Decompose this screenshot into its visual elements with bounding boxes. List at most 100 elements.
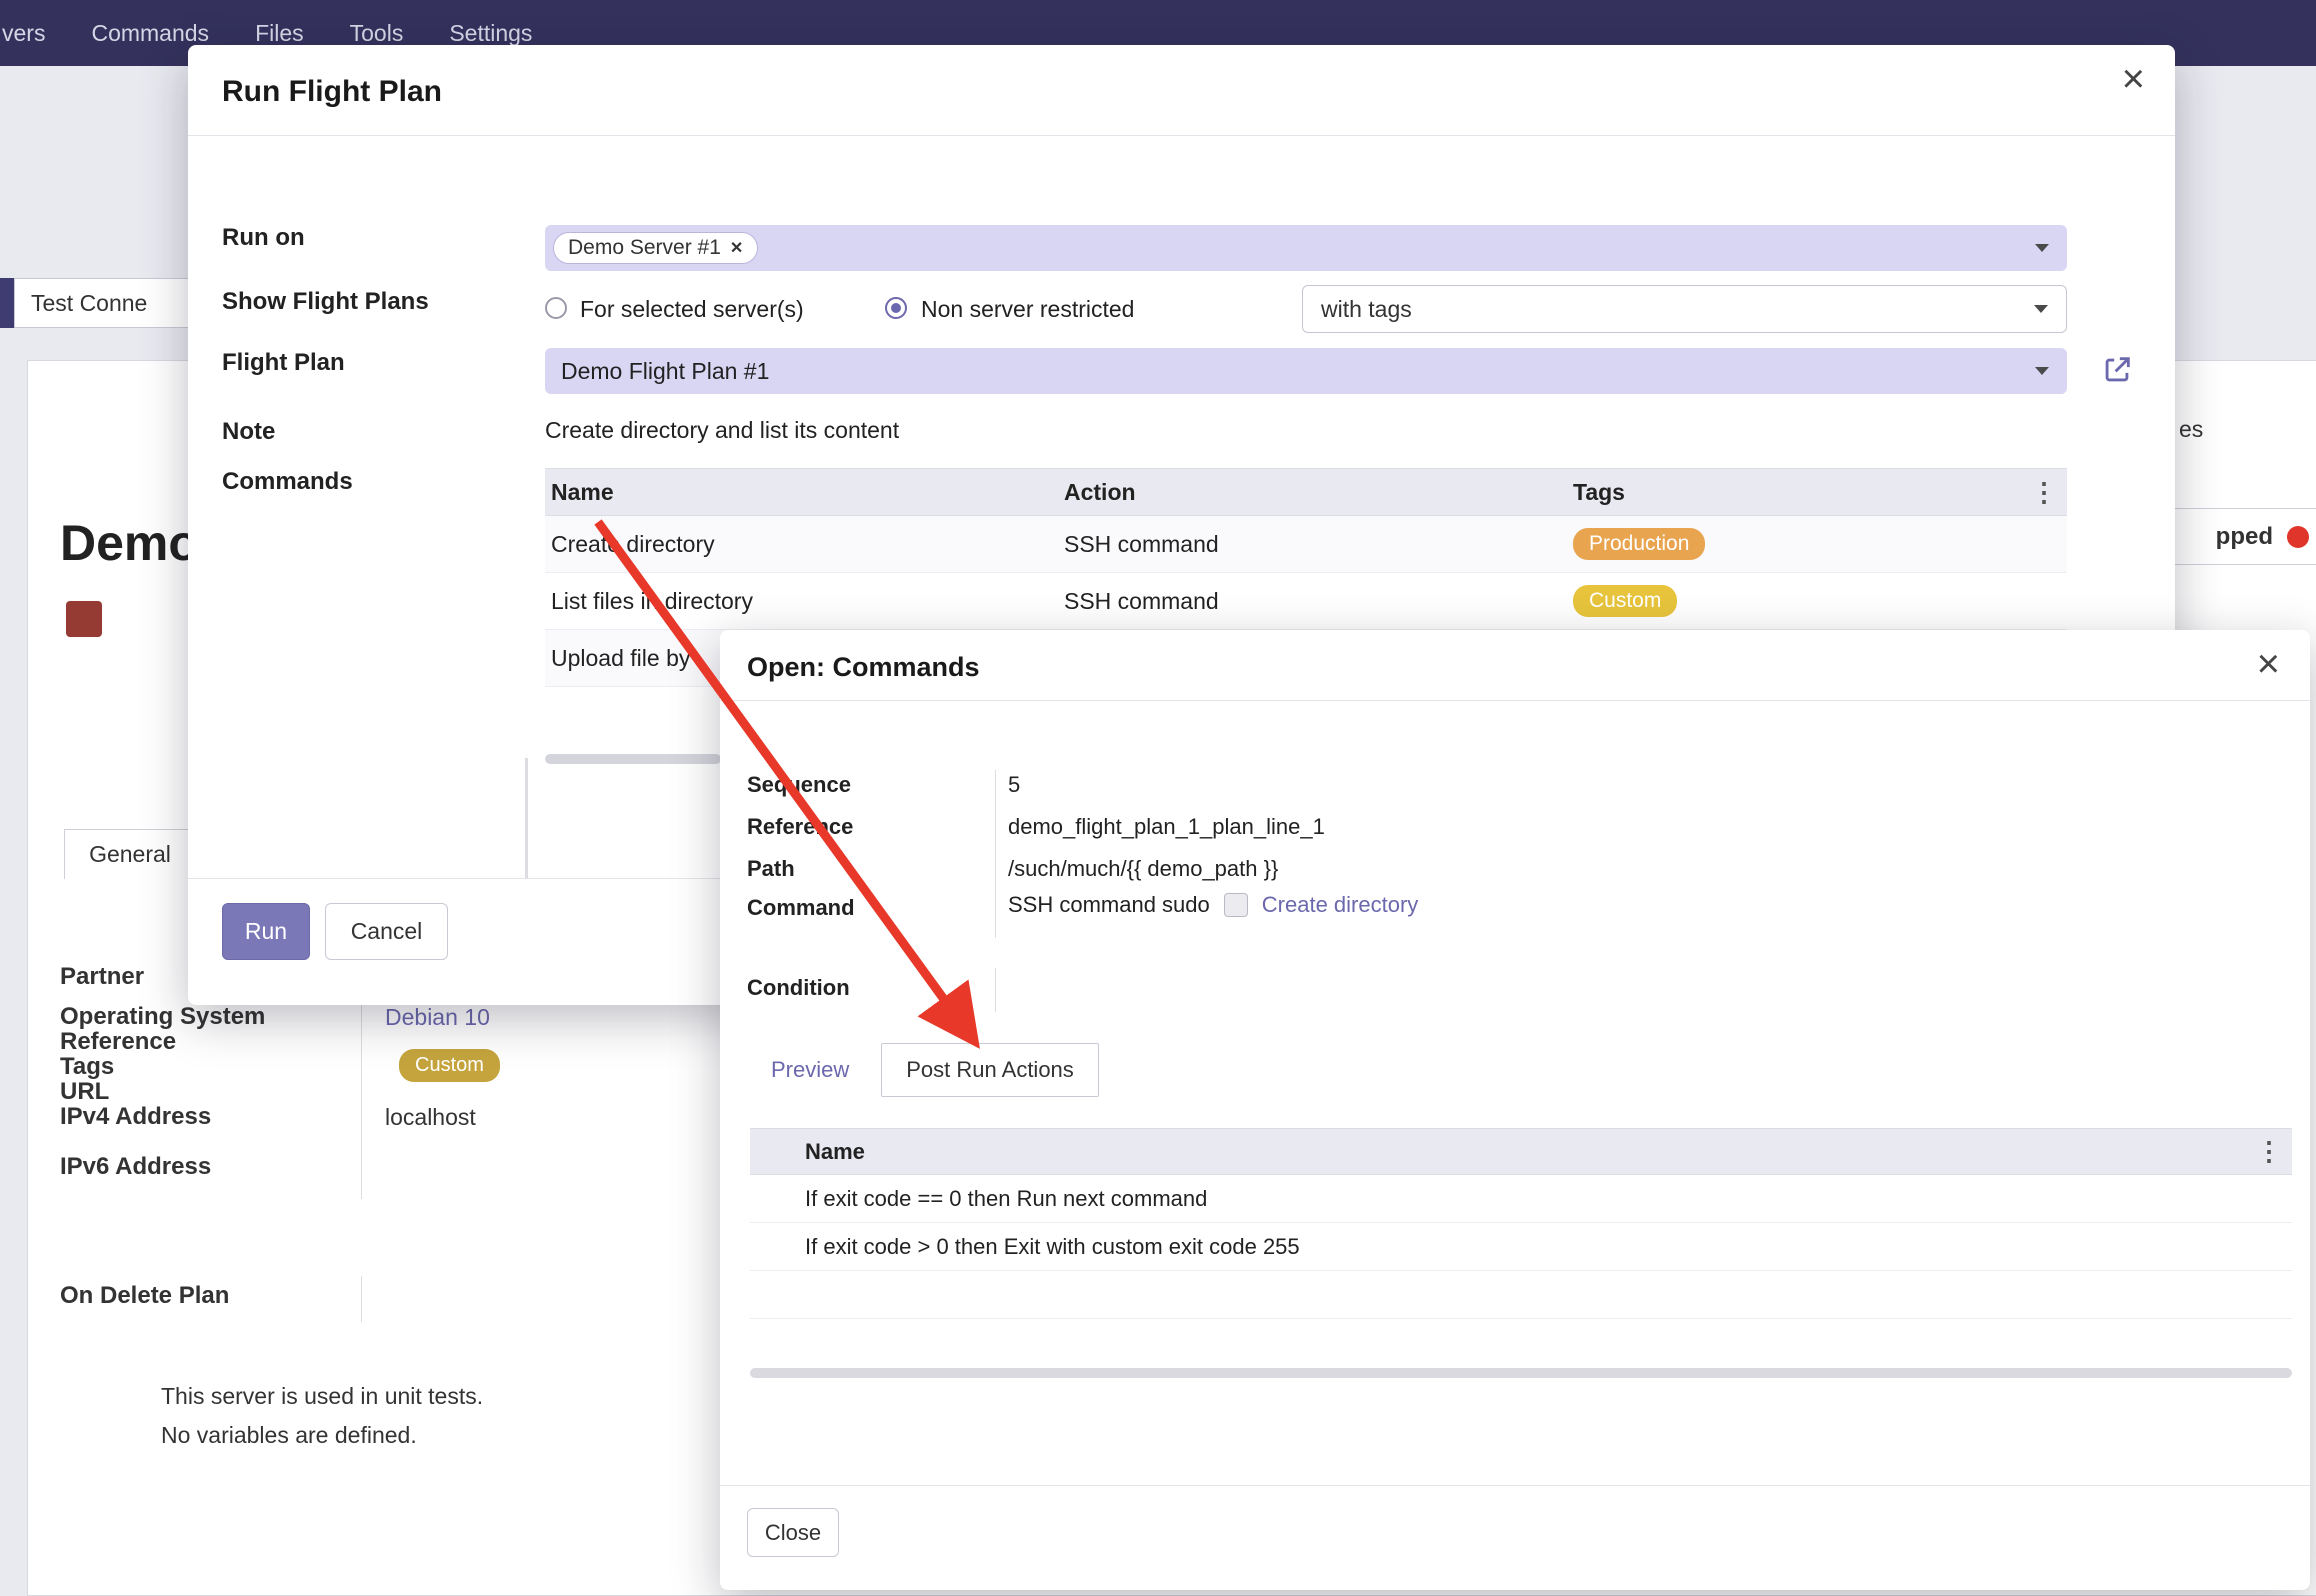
color-swatch[interactable] bbox=[66, 601, 102, 637]
close-button[interactable]: Close bbox=[747, 1508, 839, 1557]
run-on-label: Run on bbox=[222, 224, 305, 252]
table-row[interactable]: If exit code > 0 then Exit with custom e… bbox=[750, 1223, 2292, 1271]
cell-name: Create directory bbox=[551, 531, 1064, 558]
cell-name: List files in directory bbox=[551, 588, 1064, 615]
chevron-down-icon bbox=[2035, 367, 2049, 375]
screen: vers Commands Files Tools Settings Test … bbox=[0, 0, 2316, 1596]
menu-item-files[interactable]: Files bbox=[255, 20, 304, 47]
flight-plan-select[interactable]: Demo Flight Plan #1 bbox=[545, 348, 2067, 394]
menu-item-tools[interactable]: Tools bbox=[350, 20, 404, 47]
table-row[interactable]: Create directory SSH command Production bbox=[545, 516, 2067, 573]
commands-table-header: Name Action Tags ⋮ bbox=[545, 468, 2067, 516]
tags-label: Tags bbox=[60, 1053, 114, 1081]
unit-test-note-line1: This server is used in unit tests. bbox=[161, 1383, 483, 1410]
flight-plan-description: Create directory and list its content bbox=[545, 417, 899, 444]
radio-for-selected-servers[interactable] bbox=[545, 297, 567, 319]
table-row-empty bbox=[750, 1271, 2292, 1319]
post-run-actions-table: Name ⋮ If exit code == 0 then Run next c… bbox=[750, 1128, 2292, 1319]
menu-item-servers[interactable]: vers bbox=[2, 20, 45, 47]
post-run-actions-header: Name ⋮ bbox=[750, 1128, 2292, 1175]
ipv6-label: IPv6 Address bbox=[60, 1153, 211, 1181]
horizontal-scrollbar[interactable] bbox=[545, 754, 721, 764]
run-flight-plan-title: Run Flight Plan bbox=[222, 75, 442, 109]
cell-name: If exit code > 0 then Exit with custom e… bbox=[805, 1234, 2247, 1260]
run-on-multiselect[interactable]: Demo Server #1 ✕ bbox=[545, 225, 2067, 271]
cell-action: SSH command bbox=[1064, 531, 1573, 558]
cancel-button[interactable]: Cancel bbox=[325, 903, 448, 960]
tab-general[interactable]: General bbox=[64, 829, 196, 879]
sequence-label: Sequence bbox=[747, 772, 851, 798]
condition-label: Condition bbox=[747, 975, 850, 1001]
reference-label: Reference bbox=[60, 1028, 176, 1056]
run-button[interactable]: Run bbox=[222, 903, 310, 960]
table-options-icon[interactable]: ⋮ bbox=[2256, 1136, 2292, 1167]
reference-label: Reference bbox=[747, 814, 853, 840]
cell-action: SSH command bbox=[1064, 588, 1573, 615]
column-tags: Tags bbox=[1573, 479, 2027, 506]
column-action: Action bbox=[1064, 479, 1573, 506]
operating-system-value[interactable]: Debian 10 bbox=[385, 1004, 490, 1031]
column-name: Name bbox=[551, 479, 1064, 506]
partner-label: Partner bbox=[60, 963, 144, 991]
command-label: Command bbox=[747, 895, 855, 921]
horizontal-scrollbar[interactable] bbox=[750, 1368, 2292, 1378]
condition-column-divider bbox=[995, 968, 996, 1012]
status-badge-label: pped bbox=[2216, 523, 2273, 551]
tab-preview[interactable]: Preview bbox=[747, 1043, 873, 1097]
label-column-divider-2 bbox=[361, 1276, 362, 1322]
url-label: URL bbox=[60, 1078, 109, 1106]
external-link-icon[interactable] bbox=[2100, 353, 2134, 387]
column-name: Name bbox=[805, 1139, 2247, 1165]
chevron-down-icon bbox=[2035, 244, 2049, 252]
table-options-icon[interactable]: ⋮ bbox=[2031, 477, 2067, 508]
sequence-value: 5 bbox=[1008, 772, 1020, 798]
primary-button-sliver[interactable] bbox=[0, 278, 14, 328]
field-column-divider bbox=[995, 770, 996, 938]
cell-name: If exit code == 0 then Run next command bbox=[805, 1186, 2247, 1212]
server-chip: Demo Server #1 ✕ bbox=[553, 232, 758, 264]
footer-divider bbox=[720, 1485, 2310, 1486]
vertical-scrollbar[interactable] bbox=[525, 758, 528, 878]
server-chip-label: Demo Server #1 bbox=[568, 236, 721, 260]
reference-value: demo_flight_plan_1_plan_line_1 bbox=[1008, 814, 1325, 840]
tag-custom-badge: Custom bbox=[399, 1049, 500, 1082]
path-label: Path bbox=[747, 856, 795, 882]
command-value-row: SSH command sudo Create directory bbox=[1008, 892, 1418, 918]
test-connection-button[interactable]: Test Conne bbox=[14, 278, 192, 328]
show-flight-plans-label: Show Flight Plans bbox=[222, 288, 429, 316]
chevron-down-icon bbox=[2034, 305, 2048, 313]
server-name-heading: Demo bbox=[60, 514, 199, 572]
table-row[interactable]: If exit code == 0 then Run next command bbox=[750, 1175, 2292, 1223]
truncated-tab-text: es bbox=[2179, 416, 2203, 443]
ipv4-label: IPv4 Address bbox=[60, 1103, 211, 1131]
operating-system-label: Operating System bbox=[60, 1003, 265, 1031]
path-value: /such/much/{{ demo_path }} bbox=[1008, 856, 1278, 882]
command-value: SSH command sudo bbox=[1008, 892, 1210, 918]
create-directory-link[interactable]: Create directory bbox=[1262, 892, 1419, 918]
tab-post-run-actions[interactable]: Post Run Actions bbox=[881, 1043, 1099, 1097]
radio-for-selected-servers-label[interactable]: For selected server(s) bbox=[580, 296, 804, 323]
table-row[interactable]: List files in directory SSH command Cust… bbox=[545, 573, 2067, 630]
header-divider bbox=[188, 135, 2175, 136]
ipv4-value: localhost bbox=[385, 1104, 476, 1131]
flight-plan-label: Flight Plan bbox=[222, 349, 345, 377]
with-tags-select[interactable]: with tags bbox=[1302, 285, 2067, 333]
on-delete-plan-label: On Delete Plan bbox=[60, 1282, 229, 1310]
tag-production-badge: Production bbox=[1573, 528, 1705, 560]
open-commands-title: Open: Commands bbox=[747, 652, 980, 683]
open-commands-dialog: Open: Commands × Sequence 5 Reference de… bbox=[720, 630, 2310, 1590]
close-icon[interactable]: × bbox=[2257, 644, 2280, 684]
status-stopped-dot bbox=[2287, 526, 2309, 548]
menu-item-settings[interactable]: Settings bbox=[449, 20, 532, 47]
header-divider bbox=[720, 700, 2310, 701]
commands-label: Commands bbox=[222, 468, 353, 496]
chip-remove-icon[interactable]: ✕ bbox=[730, 238, 743, 258]
radio-non-server-restricted[interactable] bbox=[885, 297, 907, 319]
flight-plan-value: Demo Flight Plan #1 bbox=[561, 358, 769, 385]
menu-item-commands[interactable]: Commands bbox=[91, 20, 209, 47]
note-label: Note bbox=[222, 418, 275, 446]
close-icon[interactable]: × bbox=[2122, 59, 2145, 99]
command-checkbox[interactable] bbox=[1224, 893, 1248, 917]
unit-test-note-line2: No variables are defined. bbox=[161, 1422, 417, 1449]
radio-non-server-restricted-label[interactable]: Non server restricted bbox=[921, 296, 1134, 323]
